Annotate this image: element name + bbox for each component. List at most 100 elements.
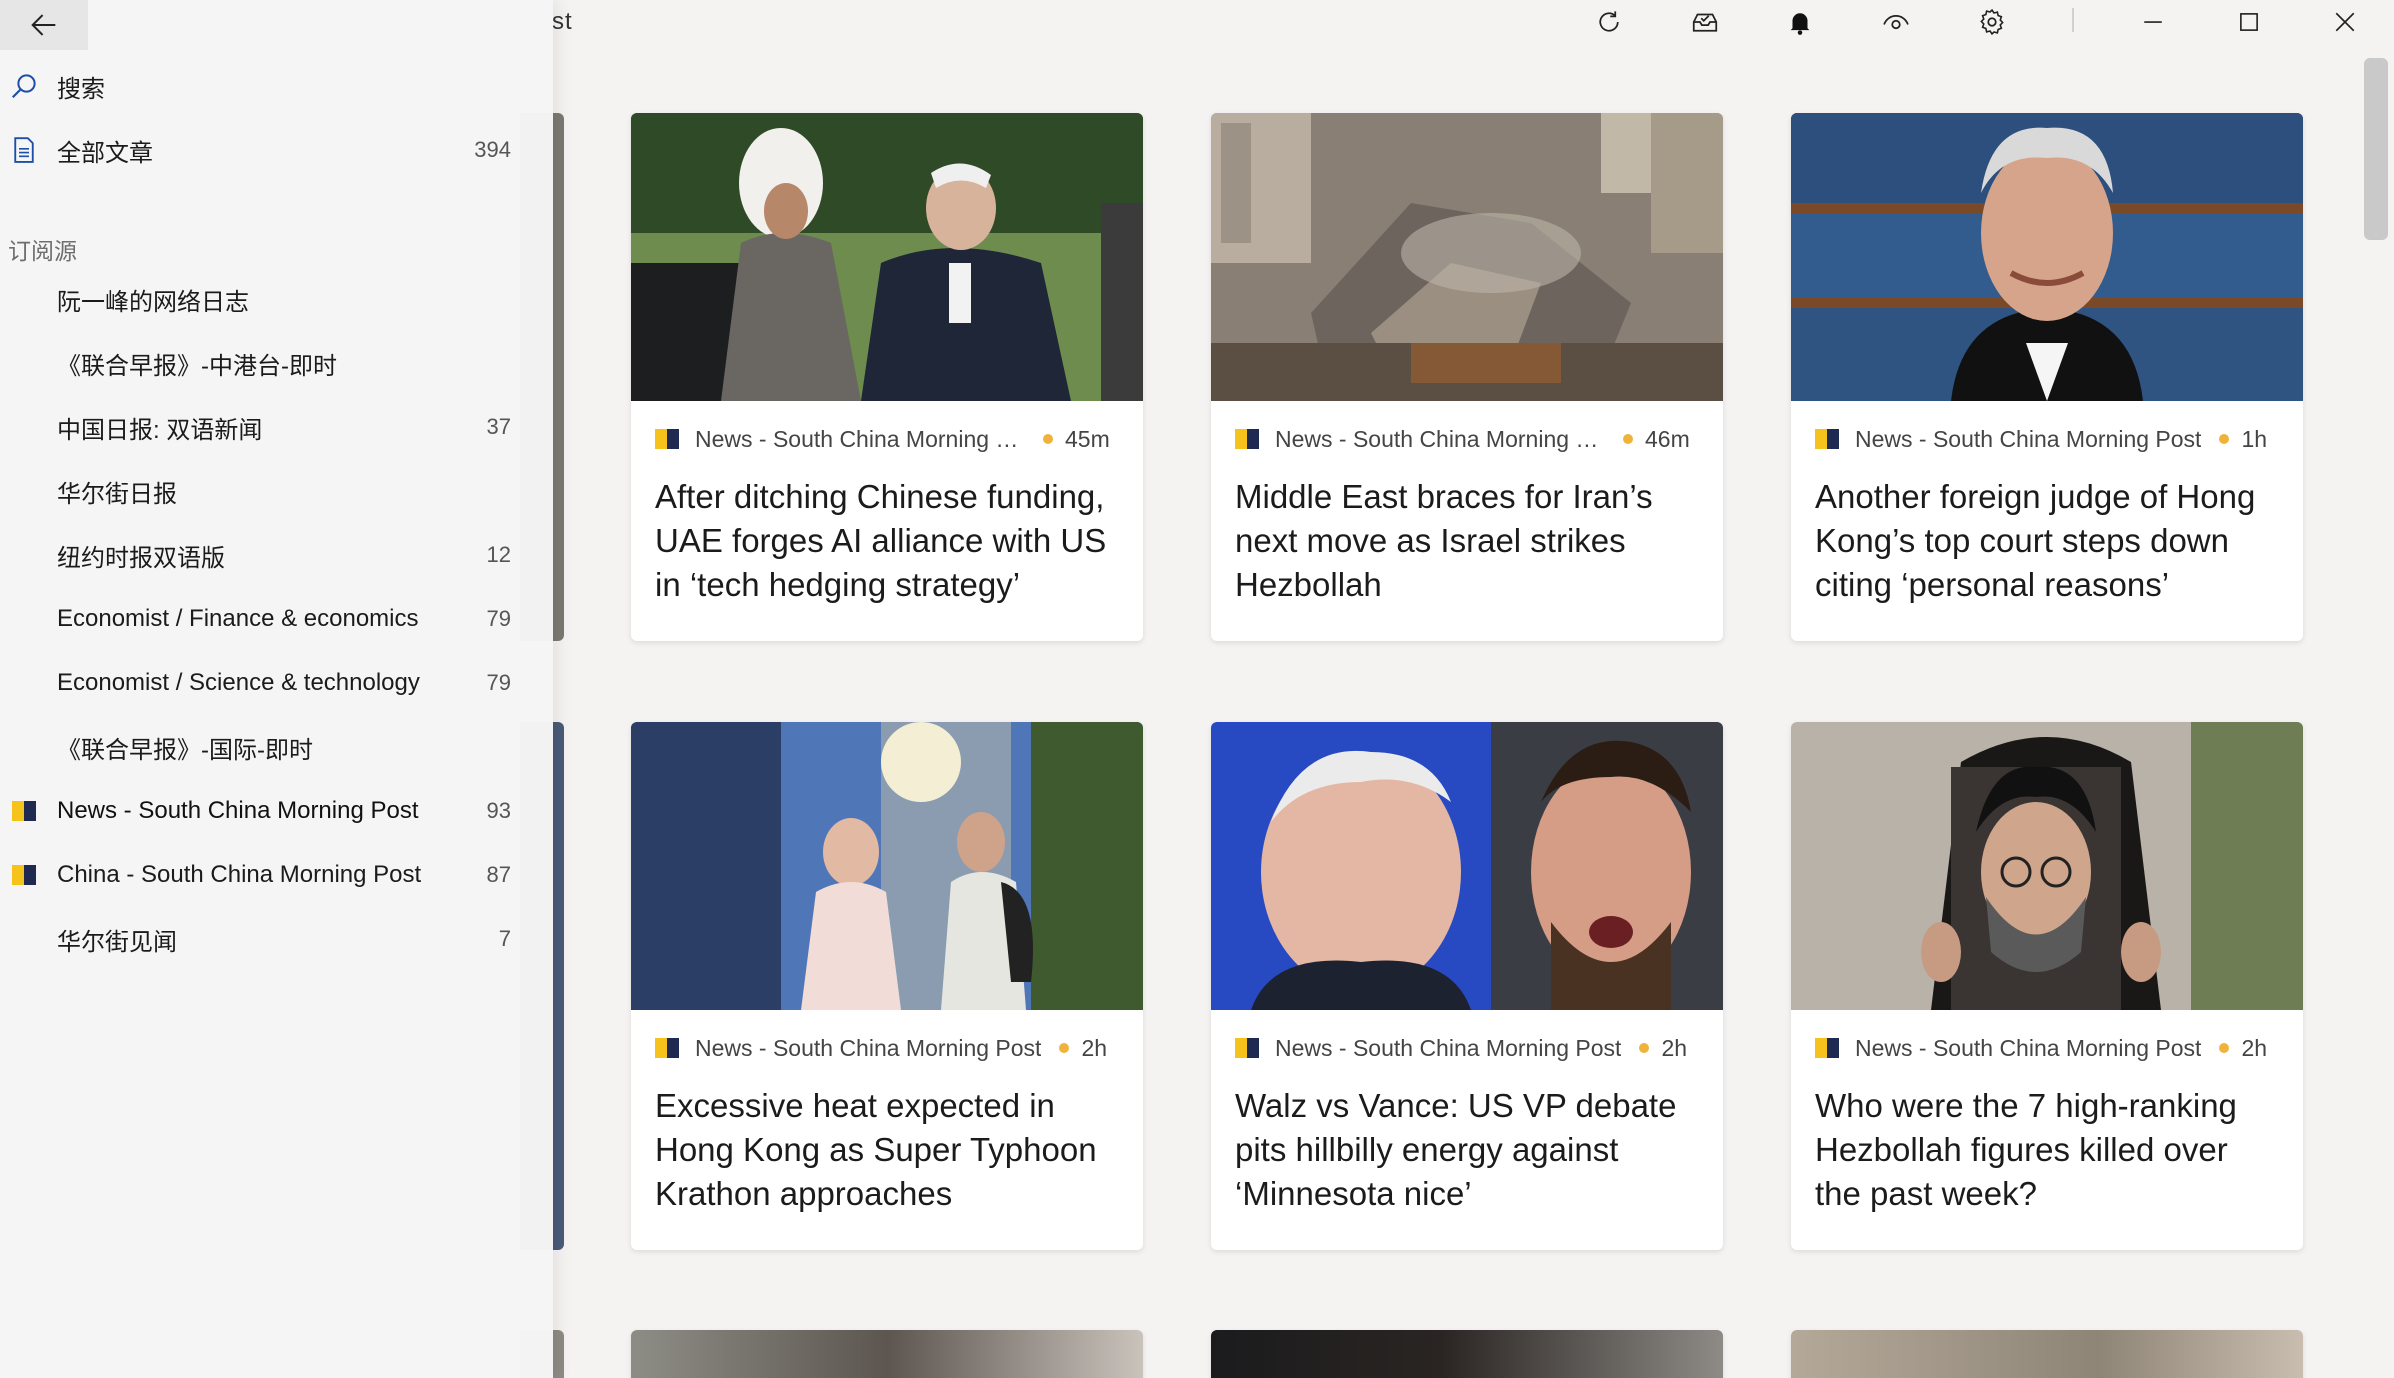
card-source: News - South China Morning Post: [1275, 425, 1605, 452]
feed-item[interactable]: 中国日报: 双语新闻 37: [0, 399, 553, 455]
article-thumbnail: [1211, 113, 1723, 401]
card-age: 45m: [1065, 425, 1110, 452]
unread-dot: [2219, 434, 2230, 444]
feed-item[interactable]: 华尔街日报: [0, 463, 553, 519]
article-thumbnail: [631, 1330, 1143, 1378]
feed-label: 《联合早报》-中港台-即时: [57, 352, 337, 380]
card-age: 2h: [1661, 1034, 1688, 1061]
document-icon: [8, 134, 40, 166]
feed-count: 12: [486, 542, 511, 567]
back-arrow-icon: [31, 14, 56, 36]
feed-count: 93: [486, 798, 511, 823]
feed-item[interactable]: News - South China Morning Post 93: [0, 783, 553, 839]
all-articles-label: 全部文章: [57, 139, 153, 167]
card-age: 2h: [1081, 1034, 1108, 1061]
feed-label: 阮一峰的网络日志: [57, 288, 249, 316]
card-age: 46m: [1645, 425, 1690, 452]
close-icon: [2335, 12, 2355, 32]
mark-all-read-button[interactable]: [1672, 0, 1738, 44]
source-logo-icon: [1235, 1038, 1259, 1058]
article-card[interactable]: [631, 1330, 1143, 1378]
search-label: 搜索: [57, 75, 105, 103]
feed-count: 79: [486, 606, 511, 631]
feed-count: 87: [486, 862, 511, 887]
close-button[interactable]: [2312, 0, 2378, 44]
refresh-icon: [1599, 11, 1619, 32]
article-card[interactable]: News - South China Morning Post 1h Anoth…: [1791, 113, 2303, 641]
source-logo-icon: [655, 429, 679, 449]
article-thumbnail: [631, 113, 1143, 401]
maximize-icon: [2240, 13, 2258, 31]
maximize-button[interactable]: [2216, 0, 2282, 44]
feed-item[interactable]: Economist / Finance & economics 79: [0, 591, 553, 647]
article-card[interactable]: News - South China Morning Post 2h Exces…: [631, 722, 1143, 1250]
article-card[interactable]: [1791, 1330, 2303, 1378]
search-icon: [8, 70, 40, 102]
feed-label: 《联合早报》-国际-即时: [57, 736, 313, 764]
feed-label: 纽约时报双语版: [57, 544, 225, 572]
card-age: 1h: [2241, 425, 2268, 452]
card-source: News - South China Morning Post: [1855, 1034, 2202, 1061]
notification-button[interactable]: [1767, 0, 1833, 44]
feed-label: China - South China Morning Post: [57, 861, 422, 888]
feed-logo-icon: [12, 865, 36, 885]
settings-button[interactable]: [1959, 0, 2025, 44]
unread-dot: [2219, 1043, 2230, 1053]
eye-icon: [1883, 15, 1909, 30]
back-button[interactable]: [0, 0, 88, 50]
card-age: 2h: [2241, 1034, 2268, 1061]
article-card[interactable]: News - South China Morning Post 2h Who w…: [1791, 722, 2303, 1250]
feed-count: 7: [498, 926, 511, 951]
window-title: st: [552, 8, 573, 35]
card-title: After ditching Chinese funding, UAE forg…: [655, 478, 1107, 603]
article-thumbnail: [1211, 722, 1723, 1010]
article-thumbnail: [1791, 113, 2303, 401]
feed-label: Economist / Finance & economics: [57, 605, 419, 632]
toolbar-divider: [2072, 8, 2074, 32]
article-card[interactable]: News - South China Morning Post 45m Afte…: [631, 113, 1143, 641]
view-toggle-button[interactable]: [1863, 0, 1929, 44]
card-title: Another foreign judge of Hong Kong’s top…: [1815, 478, 2256, 603]
card-title: Walz vs Vance: US VP debate pits hillbil…: [1235, 1087, 1677, 1212]
inbox-check-icon: [1692, 13, 1718, 32]
feed-item[interactable]: 《联合早报》-中港台-即时: [0, 335, 553, 391]
source-logo-icon: [655, 1038, 679, 1058]
feed-label: 华尔街见闻: [57, 928, 177, 956]
refresh-button[interactable]: [1576, 0, 1642, 44]
feed-item[interactable]: 华尔街见闻 7: [0, 911, 553, 967]
card-source: News - South China Morning Post: [695, 425, 1025, 452]
bell-icon: [1790, 13, 1810, 35]
feed-count: 79: [486, 670, 511, 695]
feed-item[interactable]: Economist / Science & technology 79: [0, 655, 553, 711]
article-card[interactable]: [1211, 1330, 1723, 1378]
card-title: Middle East braces for Iran’s next move …: [1235, 478, 1653, 603]
feed-label: 中国日报: 双语新闻: [57, 416, 263, 444]
article-card[interactable]: News - South China Morning Post 2h Walz …: [1211, 722, 1723, 1250]
feeds-section-header: 订阅源: [8, 238, 77, 264]
feed-count: 37: [486, 414, 511, 439]
article-thumbnail: [631, 722, 1143, 1010]
article-card[interactable]: News - South China Morning Post 46m Midd…: [1211, 113, 1723, 641]
vertical-scrollbar[interactable]: [2364, 58, 2388, 240]
navigation-pane: 搜索 全部文章 394 订阅源 阮一峰的网络日志 《联合早报》-中港台-即时 中国日…: [0, 0, 553, 1378]
article-thumbnail: [1211, 1330, 1723, 1378]
unread-dot: [1043, 434, 1053, 444]
unread-dot: [1639, 1043, 1650, 1053]
all-articles-item[interactable]: 全部文章 394: [0, 122, 553, 178]
card-source: News - South China Morning Post: [695, 1034, 1042, 1061]
feed-item[interactable]: 纽约时报双语版 12: [0, 527, 553, 583]
card-source: News - South China Morning Post: [1855, 425, 2202, 452]
feed-item[interactable]: 《联合早报》-国际-即时: [0, 719, 553, 775]
card-source: News - South China Morning Post: [1275, 1034, 1622, 1061]
minimize-button[interactable]: [2120, 0, 2186, 44]
feed-item[interactable]: China - South China Morning Post 87: [0, 847, 553, 903]
search-item[interactable]: 搜索: [0, 58, 553, 114]
card-title: Who were the 7 high-ranking Hezbollah fi…: [1815, 1087, 2237, 1212]
feed-label: Economist / Science & technology: [57, 669, 420, 696]
feed-item[interactable]: 阮一峰的网络日志: [0, 271, 553, 327]
unread-dot: [1059, 1043, 1070, 1053]
article-thumbnail: [1791, 1330, 2303, 1378]
source-logo-icon: [1815, 429, 1839, 449]
gear-icon: [1980, 8, 2004, 36]
article-thumbnail: [1791, 722, 2303, 1010]
